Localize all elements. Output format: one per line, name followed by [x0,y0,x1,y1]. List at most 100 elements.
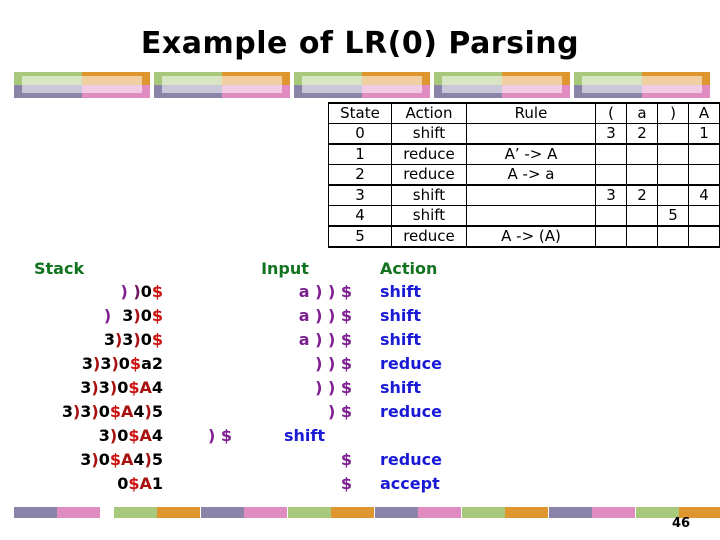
lr-cell-action: reduce [391,225,467,248]
decorative-band-segment [418,507,461,518]
lr-cell-goto-A [688,225,720,248]
lr-cell-goto-A [688,164,720,186]
decorative-band-unit [574,72,710,98]
lr-parse-table-body: State Action Rule(a) A 0 shift 3 2 1 1 reduce A’ ->… [328,102,720,248]
decorative-band-segment [288,507,331,518]
lr-cell-action: shift [391,123,467,145]
decorative-bottom-band [14,507,720,518]
lr-header-cell: State [328,102,392,124]
lr-cell-goto-paren-open [595,225,627,248]
lr-cell-goto-a: 2 [626,123,658,145]
lr-table-header-row: State Action Rule(a) A [328,102,720,124]
page-title: Example of LR(0) Parsing [140,26,580,61]
decorative-band-segment [244,507,287,518]
trace-input-row: $ [340,474,352,493]
decorative-band-highlight [582,76,702,93]
lr-cell-action: reduce [391,164,467,186]
lr-cell-goto-paren-close [657,143,689,165]
lr-cell-action: shift [391,205,467,227]
lr-cell-goto-a [626,164,658,186]
lr-header-cell: ( [595,102,627,124]
lr-cell-state: 3 [328,184,392,206]
trace-action-row: accept [380,474,440,493]
lr-cell-goto-paren-open: 3 [595,184,627,206]
lr-cell-goto-a [626,143,658,165]
trace-action-row: shift [380,306,422,325]
trace-input-row: ) $ shift [208,426,326,445]
lr-cell-goto-paren-open: 3 [595,123,627,145]
trace-input-row: a ) ) $ [298,306,352,325]
trace-input-row: ) $ [327,402,352,421]
trace-header-input: Input [261,259,309,278]
lr-header-cell: A [688,102,720,124]
decorative-band-highlight [162,76,282,93]
trace-column-action: Action shift shift shift reduce shift reduce … [380,258,510,496]
lr-table-row: 2 reduce A -> a [328,164,720,186]
lr-cell-rule: A -> (A) [466,225,596,248]
lr-cell-rule: A -> a [466,164,596,186]
trace-action-row: reduce [380,354,442,373]
decorative-band-segment [549,507,592,518]
lr-cell-goto-paren-close [657,164,689,186]
trace-action-row: shift [380,330,422,349]
trace-stack-row: 3)0$A4 [98,426,163,445]
decorative-band-unit [294,72,430,98]
lr-table-row: 5 reduce A -> (A) [328,225,720,248]
lr-cell-goto-a [626,205,658,227]
lr-table-row: 0 shift 3 2 1 [328,123,720,145]
trace-column-input: Input a ) ) $ a ) ) $ a ) ) $ ) ) $ ) ) $ ) $… [200,258,370,496]
decorative-band-unit [154,72,290,98]
lr-cell-goto-paren-close: 5 [657,205,689,227]
lr-header-cell: Action [391,102,467,124]
lr-cell-goto-a [626,225,658,248]
trace-stack-row: 0$A1 [117,474,163,493]
lr-cell-state: 1 [328,143,392,165]
trace-header-action: Action [380,259,438,278]
lr-cell-goto-A: 4 [688,184,720,206]
decorative-band-unit [434,72,570,98]
decorative-band-highlight [302,76,422,93]
lr-header-cell: Rule [466,102,596,124]
decorative-band-segment [331,507,374,518]
lr-cell-goto-paren-open [595,205,627,227]
decorative-band-segment [505,507,548,518]
trace-action-row: shift [380,282,422,301]
trace-input-row: a ) ) $ [298,282,352,301]
trace-input-row: ) ) $ [315,354,352,373]
lr-cell-action: reduce [391,143,467,165]
lr-cell-state: 2 [328,164,392,186]
lr-cell-goto-A [688,143,720,165]
trace-input-inline-action: shift [284,426,326,445]
lr-cell-goto-paren-open [595,143,627,165]
lr-cell-rule [466,123,596,145]
trace-stack-row: 3)3)0$ [103,330,163,349]
trace-action-row: shift [380,378,422,397]
trace-header-stack: Stack [34,259,85,278]
lr-table-row: 4 shift 5 [328,205,720,227]
page-number: 46 [672,516,691,531]
lr-cell-goto-paren-open [595,164,627,186]
trace-input-row: a ) ) $ [298,330,352,349]
trace-stack-row: 3)3)0$A4)5 [61,402,163,421]
decorative-band-segment [375,507,418,518]
trace-stack-row: ) )0$ [120,282,163,301]
lr-parse-table: State Action Rule(a) A 0 shift 3 2 1 1 reduce A’ ->… [328,102,720,248]
decorative-band-segment [592,507,635,518]
lr-header-cell: ) [657,102,689,124]
decorative-band-segment [114,507,157,518]
lr-cell-rule: A’ -> A [466,143,596,165]
lr-cell-state: 5 [328,225,392,248]
decorative-band-unit [14,72,150,98]
trace-input-row: ) ) $ [315,378,352,397]
lr-cell-goto-paren-close [657,123,689,145]
lr-cell-rule [466,205,596,227]
lr-cell-goto-A [688,205,720,227]
trace-input-rows: a ) ) $ a ) ) $ a ) ) $ ) ) $ ) ) $ ) $) $ shi… [200,280,370,496]
decorative-band-segment [462,507,505,518]
trace-action-rows: shift shift shift reduce shift reduce reduce a… [380,280,510,496]
decorative-band-segment [157,507,200,518]
trace-stack-row: ) 3)0$ [103,306,163,325]
decorative-band-highlight [442,76,562,93]
lr-cell-goto-A: 1 [688,123,720,145]
trace-stack-row: 3)3)0$a2 [81,354,163,373]
